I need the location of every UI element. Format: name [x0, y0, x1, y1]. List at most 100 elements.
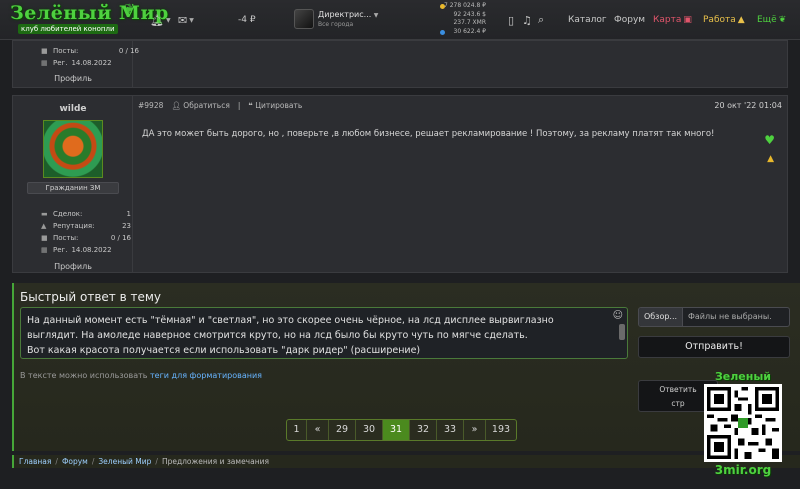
avatar	[294, 9, 314, 29]
send-button[interactable]: Отправить!	[638, 336, 790, 358]
balance-xmr: 237.7 XMR	[453, 19, 486, 26]
post-user-panel: ■ Посты: 0 / 16 ▦ Рег. 14.08.2022 Профил…	[13, 41, 139, 87]
page-prev[interactable]: «	[307, 420, 329, 440]
quick-reply-title: Быстрый ответ в тему	[20, 290, 162, 304]
browse-button[interactable]: Обзор...	[639, 308, 683, 326]
balance-rub-2: 30 622.4 ₽	[453, 27, 486, 35]
scrollbar-thumb[interactable]	[619, 324, 625, 340]
logo-subtitle: клуб любителей конопли	[18, 24, 118, 34]
breadcrumb-section[interactable]: Зеленый Мир	[98, 455, 151, 468]
music-button[interactable]: ♫	[522, 0, 532, 40]
balance-usd: 92 243.6 $	[453, 10, 486, 18]
top-bar: Зелёный Мир ❦ клуб любителей конопли 🔔︎ ▼…	[0, 0, 800, 40]
music-icon: ♫	[522, 13, 532, 27]
calendar-icon: ▦	[41, 246, 48, 254]
stat-posts: ■ Посты: 0 / 16	[41, 234, 131, 242]
coin-icon	[440, 29, 445, 35]
briefcase-icon: ▬	[41, 210, 48, 218]
file-status: Файлы не выбраны.	[688, 312, 772, 321]
editor-line: На данный момент есть "тёмная" и "светла…	[27, 315, 554, 326]
list-icon: ■	[41, 234, 48, 242]
page-last[interactable]: 193	[486, 420, 516, 440]
stat-registered: ▦ Рег. 14.08.2022	[41, 59, 112, 67]
file-input[interactable]: Обзор... Файлы не выбраны.	[638, 307, 790, 327]
calendar-icon: ▦	[41, 59, 48, 67]
map-icon: ▣	[683, 15, 692, 25]
messages-button[interactable]: ✉ ▼	[178, 0, 194, 40]
page: Зелёный Мир ❦ клуб любителей конопли 🔔︎ ▼…	[0, 0, 800, 489]
heart-icon[interactable]: ♥	[764, 133, 775, 147]
post-actions: #9928 👤︎ Обратиться | ❝ Цитировать	[138, 101, 303, 110]
user-city: Все города	[318, 20, 354, 28]
breadcrumb: Главная / Форум / Зеленый Мир / Предложе…	[12, 455, 800, 468]
search-button[interactable]: ⌕	[538, 0, 544, 40]
balance-indicator[interactable]: -4 ₽	[238, 0, 256, 40]
profile-link[interactable]: Профиль	[13, 74, 133, 83]
post-username[interactable]: wilde	[13, 104, 133, 114]
page-next[interactable]: »	[464, 420, 486, 440]
stat-deals: ▬ Сделок: 1	[41, 210, 131, 218]
list-icon: ■	[41, 47, 48, 55]
phone-icon: ▯	[508, 13, 515, 27]
nav-work[interactable]: Работа ▲	[703, 0, 745, 40]
reply-textarea[interactable]: На данный момент есть "тёмная" и "светла…	[20, 307, 628, 359]
thumbs-up-icon: ▲	[41, 222, 47, 230]
leaf-icon: ❦	[778, 15, 787, 25]
emoji-icon[interactable]: ☺	[613, 310, 623, 321]
editor-line: Вот какая красота получается если исполь…	[27, 345, 421, 356]
editor-line: выглядит. На амоледе наверное смотрится …	[27, 330, 528, 341]
notifications-button[interactable]: 🔔︎ ▼	[150, 0, 171, 40]
user-menu[interactable]: Директрис... ▼ Все города	[294, 9, 378, 29]
page-33[interactable]: 33	[437, 420, 464, 440]
quote-icon: ❝	[248, 101, 253, 110]
bell-icon: 🔔︎	[150, 13, 164, 27]
contact-button[interactable]: 👤︎ Обратиться	[171, 101, 229, 110]
user-plus-icon: 👤︎	[171, 101, 181, 110]
qr-code-icon	[704, 384, 782, 462]
watermark: Зеленый Мир 3mir.org	[700, 370, 786, 478]
coin-icon	[440, 4, 445, 9]
post-content: ДА это может быть дорого, но , поверьте …	[142, 129, 715, 139]
logo-title: Зелёный Мир	[10, 2, 169, 24]
balance-rub: 7 278 024.8 ₽	[444, 2, 486, 9]
post-user-panel: wilde Гражданин ЗМ ▬ Сделок: 1 ▲ Репутац…	[13, 96, 133, 272]
warning-icon[interactable]: ▲	[767, 154, 774, 164]
page-32[interactable]: 32	[410, 420, 437, 440]
chevron-down-icon: ▼	[165, 16, 171, 24]
breadcrumb-current: Предложения и замечания	[161, 457, 269, 466]
nav-catalog[interactable]: Каталог	[568, 0, 607, 40]
page-first[interactable]: 1	[287, 420, 307, 440]
money-icon: ▲	[737, 15, 745, 25]
page-current[interactable]: 31	[383, 420, 410, 440]
site-logo[interactable]: Зелёный Мир ❦ клуб любителей конопли	[10, 2, 168, 38]
chevron-down-icon: ▼	[189, 16, 194, 24]
user-name: Директрис... ▼	[318, 9, 379, 19]
breadcrumb-forum[interactable]: Форум	[62, 455, 88, 468]
leaf-icon: ❦	[124, 2, 135, 17]
page-30[interactable]: 30	[356, 420, 383, 440]
post-date: 20 окт '22 01:04	[714, 101, 782, 110]
search-icon: ⌕	[538, 13, 545, 26]
avatar[interactable]	[43, 120, 103, 178]
mail-icon: ✉	[178, 13, 188, 27]
forum-post: wilde Гражданин ЗМ ▬ Сделок: 1 ▲ Репутац…	[12, 95, 788, 273]
watermark-url: 3mir.org	[714, 463, 772, 477]
profile-link[interactable]: Профиль	[13, 262, 133, 271]
nav-forum[interactable]: Форум	[614, 0, 645, 40]
page-29[interactable]: 29	[329, 420, 356, 440]
pagination: 1 « 29 30 31 32 33 » 193	[286, 419, 517, 441]
user-rank-badge: Гражданин ЗМ	[27, 182, 119, 194]
phone-button[interactable]: ▯	[508, 0, 514, 40]
previous-post: ■ Посты: 0 / 16 ▦ Рег. 14.08.2022 Профил…	[12, 40, 788, 88]
nav-more[interactable]: Ещё ❦	[757, 0, 786, 40]
format-hint: В тексте можно использовать теги для фор…	[20, 371, 262, 380]
stat-registered: ▦ Рег. 14.08.2022	[41, 246, 112, 254]
nav-map[interactable]: Карта ▣	[653, 0, 692, 40]
stat-posts: ■ Посты: 0 / 16	[41, 47, 139, 55]
breadcrumb-home[interactable]: Главная	[19, 455, 51, 468]
quote-button[interactable]: ❝ Цитировать	[248, 101, 302, 110]
stat-reputation: ▲ Репутация: 23	[41, 222, 131, 230]
wallet-balances: 7 278 024.8 ₽ 92 243.6 $ 237.7 XMR 30 62…	[440, 2, 486, 36]
format-tags-link[interactable]: теги для форматирования	[150, 371, 262, 380]
post-number[interactable]: #9928	[138, 101, 163, 110]
